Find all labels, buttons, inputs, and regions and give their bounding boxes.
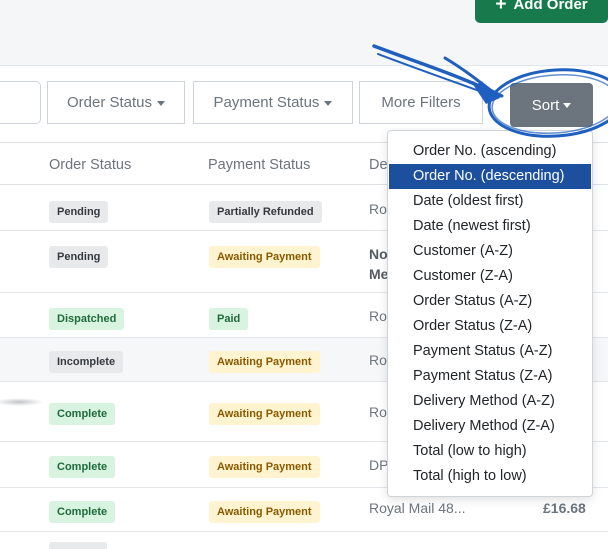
order-status-filter-label: Order Status: [66, 94, 153, 111]
sort-option-order-status-az[interactable]: Order Status (A-Z): [389, 289, 591, 314]
payment-status-badge: Awaiting Payment: [209, 403, 320, 425]
search-input[interactable]: [0, 81, 41, 124]
sort-option-order-no-asc[interactable]: Order No. (ascending): [389, 139, 591, 164]
sort-option-payment-status-az[interactable]: Payment Status (A-Z): [389, 339, 591, 364]
sort-option-date-newest[interactable]: Date (newest first): [389, 214, 591, 239]
sort-option-total-low-high[interactable]: Total (low to high): [389, 439, 591, 464]
sort-option-customer-za[interactable]: Customer (Z-A): [389, 264, 591, 289]
delivery-method: DP: [369, 457, 389, 473]
sort-dropdown-menu: Order No. (ascending) Order No. (descend…: [387, 130, 593, 497]
sort-option-customer-az[interactable]: Customer (A-Z): [389, 239, 591, 264]
delivery-method: No: [369, 246, 388, 262]
sort-option-total-high-low[interactable]: Total (high to low): [389, 464, 591, 489]
caret-down-icon: [157, 100, 166, 106]
table-row[interactable]: [0, 532, 608, 549]
more-filters-button[interactable]: More Filters: [359, 81, 483, 124]
sort-option-delivery-az[interactable]: Delivery Method (A-Z): [389, 389, 591, 414]
column-header-payment-status[interactable]: Payment Status: [208, 157, 310, 173]
sort-option-order-no-desc[interactable]: Order No. (descending): [389, 164, 591, 189]
delivery-method-line2: Me: [369, 266, 389, 282]
sort-button[interactable]: Sort: [510, 83, 593, 127]
column-header-order-status[interactable]: Order Status: [49, 157, 131, 173]
page-header: + Add Order: [0, 0, 608, 66]
payment-status-badge: Awaiting Payment: [209, 246, 320, 268]
add-order-label: Add Order: [513, 0, 588, 13]
order-status-badge: Complete: [49, 456, 116, 478]
payment-status-badge: Partially Refunded: [209, 201, 322, 223]
sort-option-order-status-za[interactable]: Order Status (Z-A): [389, 314, 591, 339]
caret-down-icon: [324, 100, 333, 106]
order-status-badge: Incomplete: [49, 351, 124, 373]
sort-option-payment-status-za[interactable]: Payment Status (Z-A): [389, 364, 591, 389]
order-status-badge: [49, 542, 107, 549]
column-header-delivery[interactable]: De: [369, 157, 388, 173]
payment-status-filter-label: Payment Status: [213, 94, 320, 111]
order-status-badge: Dispatched: [49, 308, 125, 330]
order-status-filter[interactable]: Order Status: [47, 81, 185, 124]
sort-option-delivery-za[interactable]: Delivery Method (Z-A): [389, 414, 591, 439]
sort-option-date-oldest[interactable]: Date (oldest first): [389, 189, 591, 214]
plus-icon: +: [495, 0, 507, 15]
add-order-button[interactable]: + Add Order: [475, 0, 608, 23]
caret-down-icon: [563, 103, 572, 108]
order-status-badge: Complete: [49, 501, 116, 523]
order-status-badge: Pending: [49, 201, 109, 223]
delivery-method: Royal Mail 48...: [369, 500, 466, 516]
payment-status-badge: Paid: [209, 308, 249, 330]
sort-label: Sort: [531, 96, 560, 114]
order-total: £16.68: [543, 500, 586, 516]
order-status-badge: Complete: [49, 403, 116, 425]
more-filters-label: More Filters: [381, 94, 461, 111]
payment-status-filter[interactable]: Payment Status: [193, 81, 353, 124]
payment-status-badge: Awaiting Payment: [209, 351, 320, 373]
order-status-badge: Pending: [49, 246, 109, 268]
payment-status-badge: Awaiting Payment: [209, 501, 320, 523]
payment-status-badge: Awaiting Payment: [209, 456, 320, 478]
